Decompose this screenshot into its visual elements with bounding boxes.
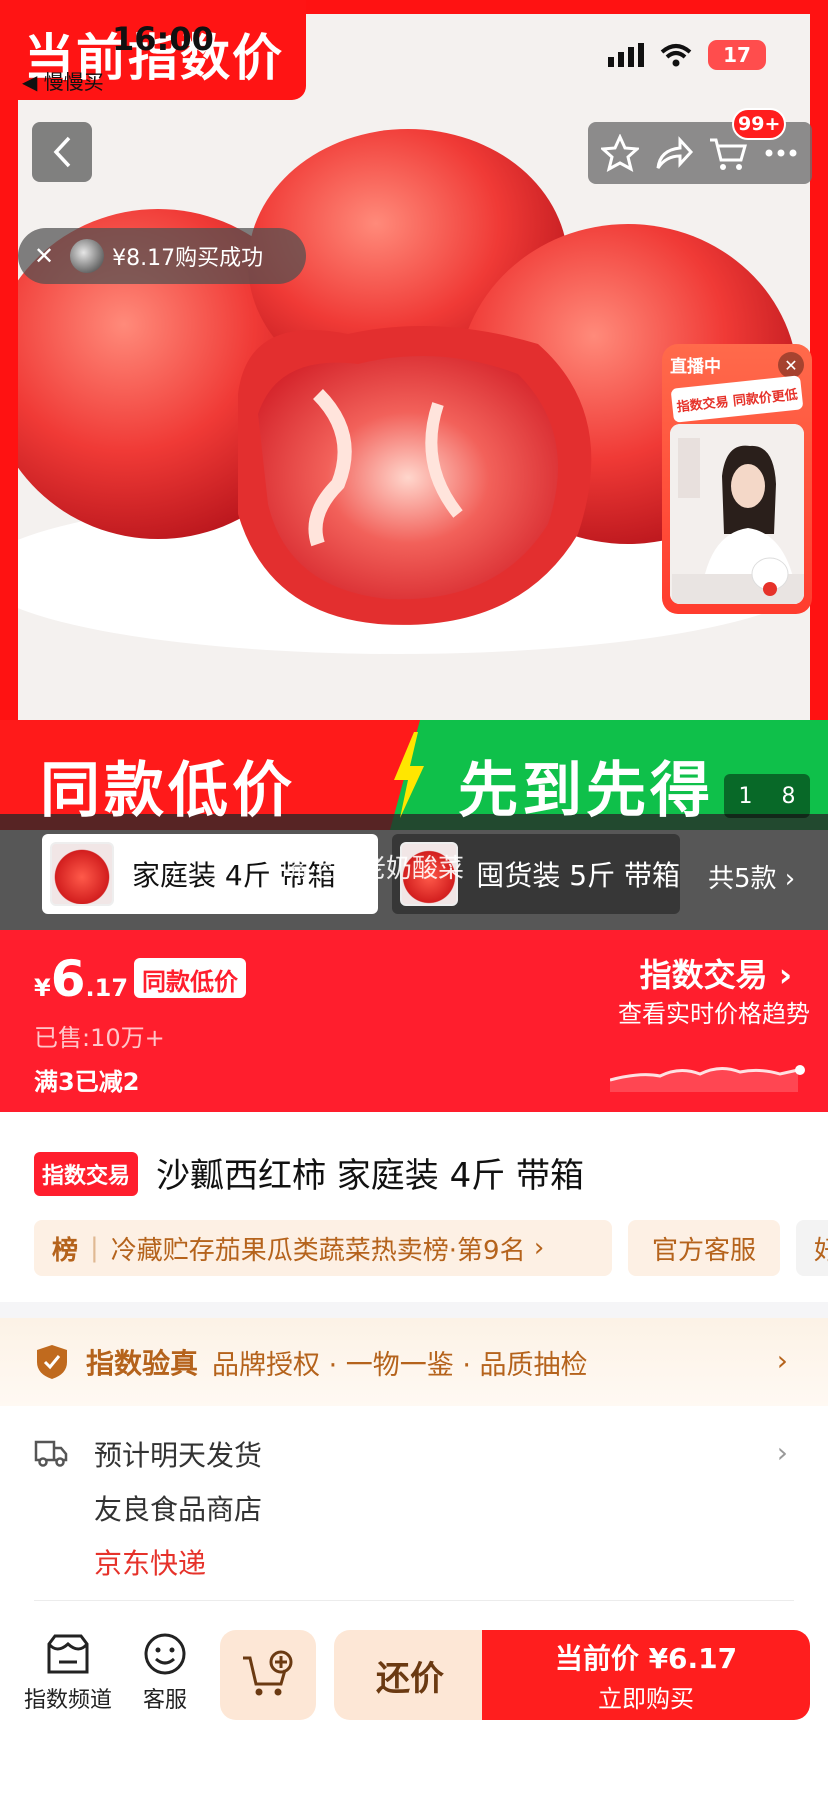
- ranking-icon: 榜: [52, 1235, 79, 1266]
- purchase-toast: ✕ ¥8.17购买成功: [18, 228, 306, 284]
- index-channel-label: 指数频道: [24, 1688, 113, 1713]
- sold-count: 已售:10万+: [34, 1024, 165, 1052]
- variant-label: 囤货装 5斤 带箱: [476, 859, 680, 892]
- buy-price-label: 当前价 ¥6.17: [554, 1641, 738, 1675]
- first-come-text: 先到先得: [458, 756, 714, 826]
- cart-icon[interactable]: [708, 134, 748, 172]
- all-variants-link[interactable]: 共5款 ›: [708, 858, 795, 895]
- host-figure: [670, 424, 804, 604]
- service-smile-icon: [144, 1633, 186, 1675]
- shield-check-icon: [37, 1345, 67, 1379]
- courier-name: 京东快递: [94, 1547, 207, 1580]
- authenticity-items: 品牌授权 · 一物一鉴 · 品质抽检: [212, 1349, 588, 1381]
- current-price: ¥6.17: [34, 950, 128, 1008]
- gallery-total-pages: 8: [781, 783, 796, 809]
- price-integer: 6: [50, 950, 86, 1008]
- same-low-price-badge: 同款低价: [134, 958, 246, 998]
- battery-level: 17: [723, 43, 751, 67]
- back-button[interactable]: [32, 122, 92, 182]
- price-decimal: .17: [85, 974, 129, 1002]
- status-icons: 17: [608, 40, 766, 70]
- status-time: 16:00: [112, 20, 214, 58]
- product-info: 指数交易 沙瓤西红柿 家庭装 4斤 带箱 榜 | 冷藏贮存茄果瓜类蔬菜热卖榜·第…: [0, 1112, 828, 1302]
- all-variants-label: 共5款: [708, 864, 777, 894]
- divider-line: [34, 1600, 794, 1601]
- live-banner: 指数交易 同款价更低: [670, 375, 804, 423]
- cart-count-badge: 99+: [732, 108, 787, 140]
- toast-text: ¥8.17购买成功: [112, 246, 264, 271]
- discount-info: 满3已减2: [34, 1068, 140, 1096]
- same-low-price-text: 同款低价: [40, 756, 296, 826]
- variant-thumbnail: [50, 842, 114, 906]
- lightning-icon: [394, 732, 424, 818]
- bottom-action-bar: 指数频道 客服 还价 当前价 ¥6.17 立即购买: [0, 1602, 828, 1795]
- truck-icon: [34, 1440, 68, 1467]
- live-stream-card[interactable]: 直播中 ✕ 指数交易 同款价更低: [662, 344, 812, 614]
- bargain-button[interactable]: 还价: [334, 1630, 486, 1720]
- cart-plus-icon: [243, 1650, 293, 1696]
- add-to-cart-button[interactable]: [220, 1630, 316, 1720]
- ranking-separator: |: [90, 1233, 99, 1263]
- battery-indicator: 17: [708, 40, 766, 70]
- ranking-pill[interactable]: 榜 | 冷藏贮存茄果瓜类蔬菜热卖榜·第9名 ›: [34, 1220, 612, 1276]
- buy-now-label: 立即购买: [598, 1684, 694, 1713]
- customer-service-label: 客服: [142, 1688, 187, 1713]
- official-service-pill[interactable]: 官方客服: [628, 1220, 780, 1276]
- chevron-right-icon: ›: [776, 1344, 788, 1377]
- store-icon: [47, 1634, 89, 1674]
- ranking-text: 冷藏贮存茄果瓜类蔬菜热卖榜·第9名: [110, 1235, 526, 1266]
- authenticity-row[interactable]: 指数验真 品牌授权 · 一物一鉴 · 品质抽检 ›: [0, 1318, 828, 1406]
- index-trading-badge: 指数交易: [34, 1152, 139, 1196]
- price-trend-sparkline[interactable]: [610, 1052, 810, 1092]
- authenticity-title: 指数验真: [86, 1347, 199, 1380]
- price-bar: ¥6.17 同款低价 已售:10万+ 满3已减2 指数交易 › 查看实时价格趋势: [0, 930, 828, 1112]
- more-tag-pill[interactable]: 好: [796, 1220, 828, 1276]
- gallery-current-page: 1: [738, 783, 753, 809]
- back-to-app-link[interactable]: ◀ 慢慢买: [22, 66, 104, 95]
- close-icon[interactable]: ✕: [34, 242, 54, 270]
- signal-icon: [608, 43, 644, 67]
- product-title: 沙瓤西红柿 家庭装 4斤 带箱: [156, 1156, 585, 1196]
- favorite-star-icon[interactable]: [601, 134, 640, 172]
- index-channel-tab[interactable]: 指数频道: [24, 1632, 112, 1714]
- share-icon[interactable]: [654, 134, 694, 172]
- chevron-left-icon: [53, 136, 71, 168]
- buy-now-button[interactable]: 当前价 ¥6.17 立即购买: [482, 1630, 810, 1720]
- index-trading-link[interactable]: 指数交易 ›: [640, 950, 792, 996]
- chevron-right-icon: ›: [525, 1233, 545, 1263]
- product-gallery[interactable]: 当前指数价 16:00 ◀ 慢慢买 17 99+ ✕ ¥8.17购买成功 直播中…: [0, 0, 828, 720]
- close-icon[interactable]: ✕: [778, 352, 804, 378]
- delivery-info[interactable]: 预计明天发货 友良食品商店 京东快递 ›: [0, 1406, 828, 1602]
- wifi-icon: [660, 44, 692, 67]
- customer-service-tab[interactable]: 客服: [142, 1632, 188, 1714]
- gallery-page-indicator: 1 8: [724, 774, 810, 818]
- live-tag: 直播中: [670, 357, 721, 377]
- product-page: 当前指数价 16:00 ◀ 慢慢买 17 99+ ✕ ¥8.17购买成功 直播中…: [0, 0, 828, 1795]
- index-trading-label: 指数交易: [639, 956, 768, 994]
- buyer-avatar: [70, 239, 105, 273]
- price-trend-link[interactable]: 查看实时价格趋势: [618, 994, 810, 1029]
- chevron-right-icon: ›: [776, 1436, 788, 1469]
- live-video-preview: [670, 424, 804, 604]
- ship-date: 预计明天发货: [94, 1439, 263, 1472]
- promo-strip: 同款低价 先到先得: [0, 720, 828, 830]
- section-divider: [0, 1302, 828, 1318]
- shop-name: 友良食品商店: [94, 1493, 263, 1526]
- currency-symbol: ¥: [34, 974, 51, 1002]
- overlay-caption: 嘴上的老奶酸菜: [282, 854, 465, 884]
